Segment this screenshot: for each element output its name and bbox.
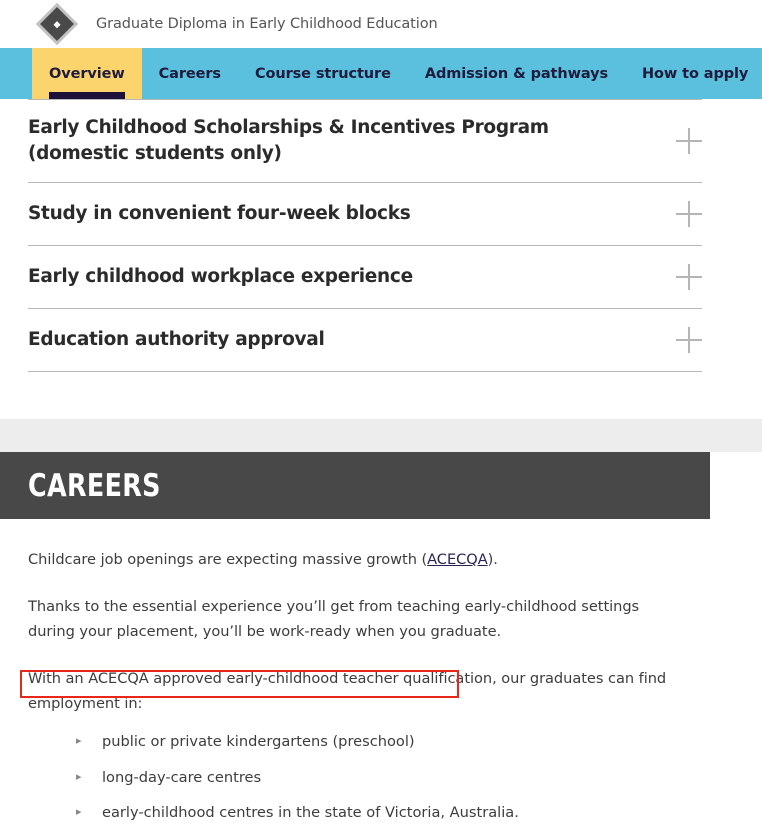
accordion-item-title: Study in convenient four-week blocks (28, 203, 411, 225)
primary-nav: Overview Careers Course structure Admiss… (0, 48, 762, 99)
list-item: ▸ early-childhood centres in the state o… (76, 801, 712, 824)
diamond-logo-icon (38, 5, 76, 43)
list-item-label: public or private kindergartens (prescho… (102, 733, 415, 751)
bullet-triangle-icon: ▸ (76, 769, 82, 783)
bullet-triangle-icon: ▸ (76, 734, 82, 748)
tab-careers[interactable]: Careers (142, 48, 238, 99)
plus-icon[interactable] (676, 264, 702, 290)
tab-careers-label: Careers (158, 65, 221, 82)
accordion-item-title: Early Childhood Scholarships & Incentive… (28, 117, 549, 164)
tab-how-to-apply-label: How to apply (642, 65, 749, 82)
careers-paragraph-1: Childcare job openings are expecting mas… (28, 547, 678, 572)
careers-employment-list: ▸ public or private kindergartens (presc… (28, 730, 712, 824)
list-item: ▸ public or private kindergartens (presc… (76, 730, 712, 753)
section-spacer (0, 372, 762, 419)
accordion-item-scholarships[interactable]: Early Childhood Scholarships & Incentive… (0, 100, 762, 182)
accordion-item-education-authority-approval[interactable]: Education authority approval (0, 309, 762, 371)
plus-icon[interactable] (676, 201, 702, 227)
page-header: Graduate Diploma in Early Childhood Educ… (0, 0, 762, 48)
tab-admission-pathways-label: Admission & pathways (424, 65, 609, 82)
tab-admission-pathways[interactable]: Admission & pathways (408, 48, 625, 99)
list-item-label: long-day-care centres (102, 768, 262, 786)
careers-paragraph-1-post: ). (487, 551, 498, 568)
list-item: ▸ long-day-care centres (76, 766, 712, 789)
careers-paragraph-2: Thanks to the essential experience you’l… (28, 598, 640, 641)
plus-icon[interactable] (676, 327, 702, 353)
list-item-label: early-childhood centres in the state of … (102, 804, 519, 822)
tab-course-structure[interactable]: Course structure (238, 48, 408, 99)
careers-paragraph-3: With an ACECQA approved early-childhood … (28, 670, 667, 713)
accordion-list: Early Childhood Scholarships & Incentive… (0, 99, 762, 372)
accordion-item-workplace-experience[interactable]: Early childhood workplace experience (0, 246, 762, 308)
tab-course-structure-label: Course structure (254, 65, 391, 82)
plus-icon[interactable] (676, 128, 702, 154)
tab-overview[interactable]: Overview (32, 48, 142, 99)
gray-band (0, 419, 762, 452)
bullet-triangle-icon: ▸ (76, 805, 82, 819)
acecqa-link[interactable]: ACECQA (427, 551, 488, 568)
careers-section-banner: CAREERS (0, 452, 710, 519)
page-title: Graduate Diploma in Early Childhood Educ… (96, 16, 438, 32)
tab-overview-label: Overview (49, 65, 125, 82)
accordion-item-title: Early childhood workplace experience (28, 266, 413, 288)
tab-how-to-apply[interactable]: How to apply (625, 48, 762, 99)
accordion-item-title: Education authority approval (28, 329, 325, 351)
careers-paragraph-1-pre: Childcare job openings are expecting mas… (28, 551, 428, 568)
careers-body: Childcare job openings are expecting mas… (0, 519, 762, 825)
accordion-item-four-week-blocks[interactable]: Study in convenient four-week blocks (0, 183, 762, 245)
careers-section-title: CAREERS (28, 467, 161, 504)
